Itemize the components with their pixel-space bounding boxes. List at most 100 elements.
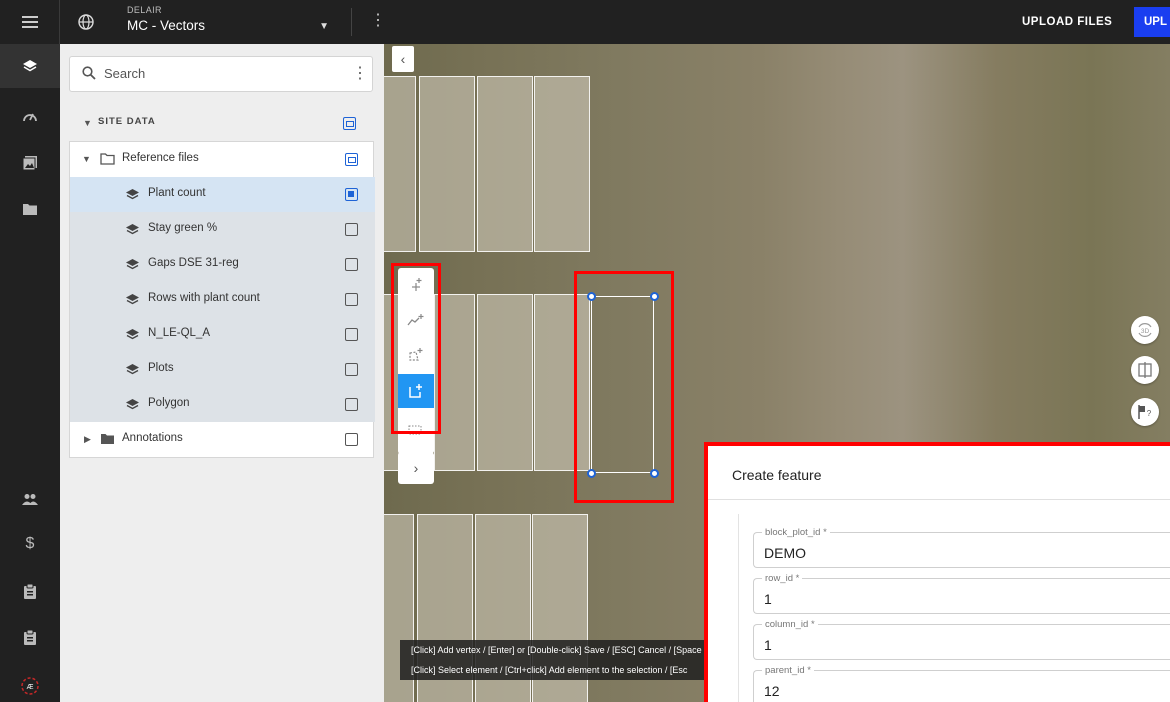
panel-options-icon[interactable]: ⋮ [352, 63, 368, 87]
annotations-label: Annotations [122, 432, 183, 444]
field-label: column_id * [762, 619, 818, 630]
site-data-section[interactable]: ▼ SITE DATA [69, 106, 374, 141]
field-value[interactable]: 1 [764, 637, 772, 653]
dashboard-nav-icon[interactable] [0, 94, 60, 138]
column-id-field[interactable]: column_id * 1 [753, 619, 1170, 660]
compare-view-icon[interactable] [1131, 356, 1159, 384]
layer-stack-icon [125, 188, 140, 206]
left-navigation-rail: $ Æ [0, 44, 60, 702]
layer-checkbox[interactable] [345, 398, 358, 411]
search-icon [82, 66, 96, 85]
caret-right-icon[interactable]: ▶ [84, 434, 91, 445]
layer-item[interactable]: Polygon [70, 387, 375, 422]
layer-label: Polygon [148, 397, 190, 409]
search-box[interactable]: Search ⋮ [69, 56, 373, 92]
layers-panel: Search ⋮ ▼ SITE DATA ▼ Reference files P… [60, 44, 384, 702]
layer-label: Plots [148, 362, 174, 374]
layer-item[interactable]: Plots [70, 352, 375, 387]
layer-item[interactable]: Plant count [70, 177, 375, 212]
layer-checkbox[interactable] [345, 258, 358, 271]
layer-label: Rows with plant count [148, 292, 260, 304]
upload-files-button[interactable]: UPLOAD FILES [1022, 0, 1112, 44]
row-id-field[interactable]: row_id * 1 [753, 573, 1170, 614]
layer-label: Gaps DSE 31-reg [148, 257, 239, 269]
plot-polygon[interactable] [477, 294, 533, 471]
organization-label: DELAIR [127, 5, 162, 15]
reference-files-folder[interactable]: ▼ Reference files [70, 142, 375, 177]
layer-item[interactable]: Stay green % [70, 212, 375, 247]
highlight-box [574, 271, 674, 503]
annotations-folder[interactable]: ▶ Annotations [70, 422, 375, 457]
3d-view-icon[interactable]: 3D [1131, 316, 1159, 344]
caret-down-icon[interactable]: ▼ [83, 118, 92, 128]
layer-stack-icon [125, 293, 140, 311]
divider [351, 8, 352, 36]
selection-hint: [Click] Select element / [Ctrl+click] Ad… [400, 660, 706, 680]
expand-toolbar-button[interactable]: › [398, 452, 434, 484]
3d-label: 3D [1141, 328, 1150, 335]
dialog-title: Create feature [732, 467, 822, 483]
report-nav-icon[interactable] [0, 615, 60, 659]
project-name: MC - Vectors [127, 18, 206, 33]
field-value[interactable]: 12 [764, 683, 780, 699]
create-feature-dialog: Create feature block_plot_id * DEMO row_… [708, 446, 1170, 702]
layer-checkbox[interactable] [345, 188, 358, 201]
reference-files-checkbox[interactable] [345, 153, 358, 166]
billing-nav-icon[interactable]: $ [0, 522, 60, 566]
location-help-icon[interactable]: ? [1131, 398, 1159, 426]
block-plot-id-field[interactable]: block_plot_id * DEMO [753, 527, 1170, 568]
plot-polygon[interactable] [419, 76, 475, 252]
layer-tree: ▼ SITE DATA ▼ Reference files Plant coun… [69, 106, 375, 458]
layer-stack-icon [125, 328, 140, 346]
globe-icon[interactable] [60, 0, 112, 44]
users-nav-icon[interactable] [0, 477, 60, 521]
field-label: block_plot_id * [762, 527, 830, 538]
gallery-nav-icon[interactable] [0, 141, 60, 185]
clipboard-nav-icon[interactable] [0, 569, 60, 613]
site-data-checkbox[interactable] [343, 117, 356, 130]
field-value[interactable]: 1 [764, 591, 772, 607]
layer-item[interactable]: Rows with plant count [70, 282, 375, 317]
layer-item[interactable]: Gaps DSE 31-reg [70, 247, 375, 282]
layer-stack-icon [125, 363, 140, 381]
project-selector[interactable]: DELAIR MC - Vectors ▼ [127, 5, 337, 39]
reference-files-label: Reference files [122, 152, 199, 164]
brand-logo-icon[interactable]: Æ [0, 664, 60, 702]
layer-label: Plant count [148, 187, 206, 199]
layer-stack-icon [125, 398, 140, 416]
layer-label: Stay green % [148, 222, 218, 234]
annotations-checkbox[interactable] [345, 433, 358, 446]
upload-button[interactable]: UPL [1134, 7, 1170, 37]
drawing-hint: [Click] Add vertex / [Enter] or [Double-… [400, 640, 706, 660]
folder-nav-icon[interactable] [0, 187, 60, 231]
more-options-icon[interactable]: ⋮ [370, 10, 386, 34]
layer-checkbox[interactable] [345, 328, 358, 341]
folder-icon [100, 432, 115, 450]
search-input[interactable]: Search [104, 66, 145, 81]
plot-polygon[interactable] [534, 76, 590, 252]
layer-label: N_LE-QL_A [148, 327, 211, 339]
parent-id-field[interactable]: parent_id * 12 [753, 665, 1170, 702]
plot-polygon[interactable] [477, 76, 533, 252]
top-bar: DELAIR MC - Vectors ▼ ⋮ UPLOAD FILES UPL [0, 0, 1170, 44]
dialog-form: block_plot_id * DEMO row_id * 1 column_i… [738, 514, 1170, 702]
caret-down-icon: ▼ [319, 21, 329, 32]
plot-polygon[interactable] [384, 76, 416, 252]
folder-outline-icon [100, 152, 115, 170]
highlight-box [391, 263, 441, 434]
site-data-label: SITE DATA [98, 116, 156, 127]
collapse-panel-button[interactable]: ‹ [392, 46, 414, 72]
hamburger-menu-icon[interactable] [0, 0, 60, 44]
layer-checkbox[interactable] [345, 363, 358, 376]
layer-checkbox[interactable] [345, 223, 358, 236]
divider [708, 499, 1170, 500]
layers-nav-icon[interactable] [0, 44, 60, 88]
layer-stack-icon [125, 223, 140, 241]
caret-down-icon[interactable]: ▼ [82, 154, 91, 164]
layer-item[interactable]: N_LE-QL_A [70, 317, 375, 352]
site-data-card: ▼ Reference files Plant count Stay green… [69, 141, 375, 458]
field-value[interactable]: DEMO [764, 545, 806, 561]
svg-text:Æ: Æ [27, 684, 34, 691]
layer-stack-icon [125, 258, 140, 276]
layer-checkbox[interactable] [345, 293, 358, 306]
